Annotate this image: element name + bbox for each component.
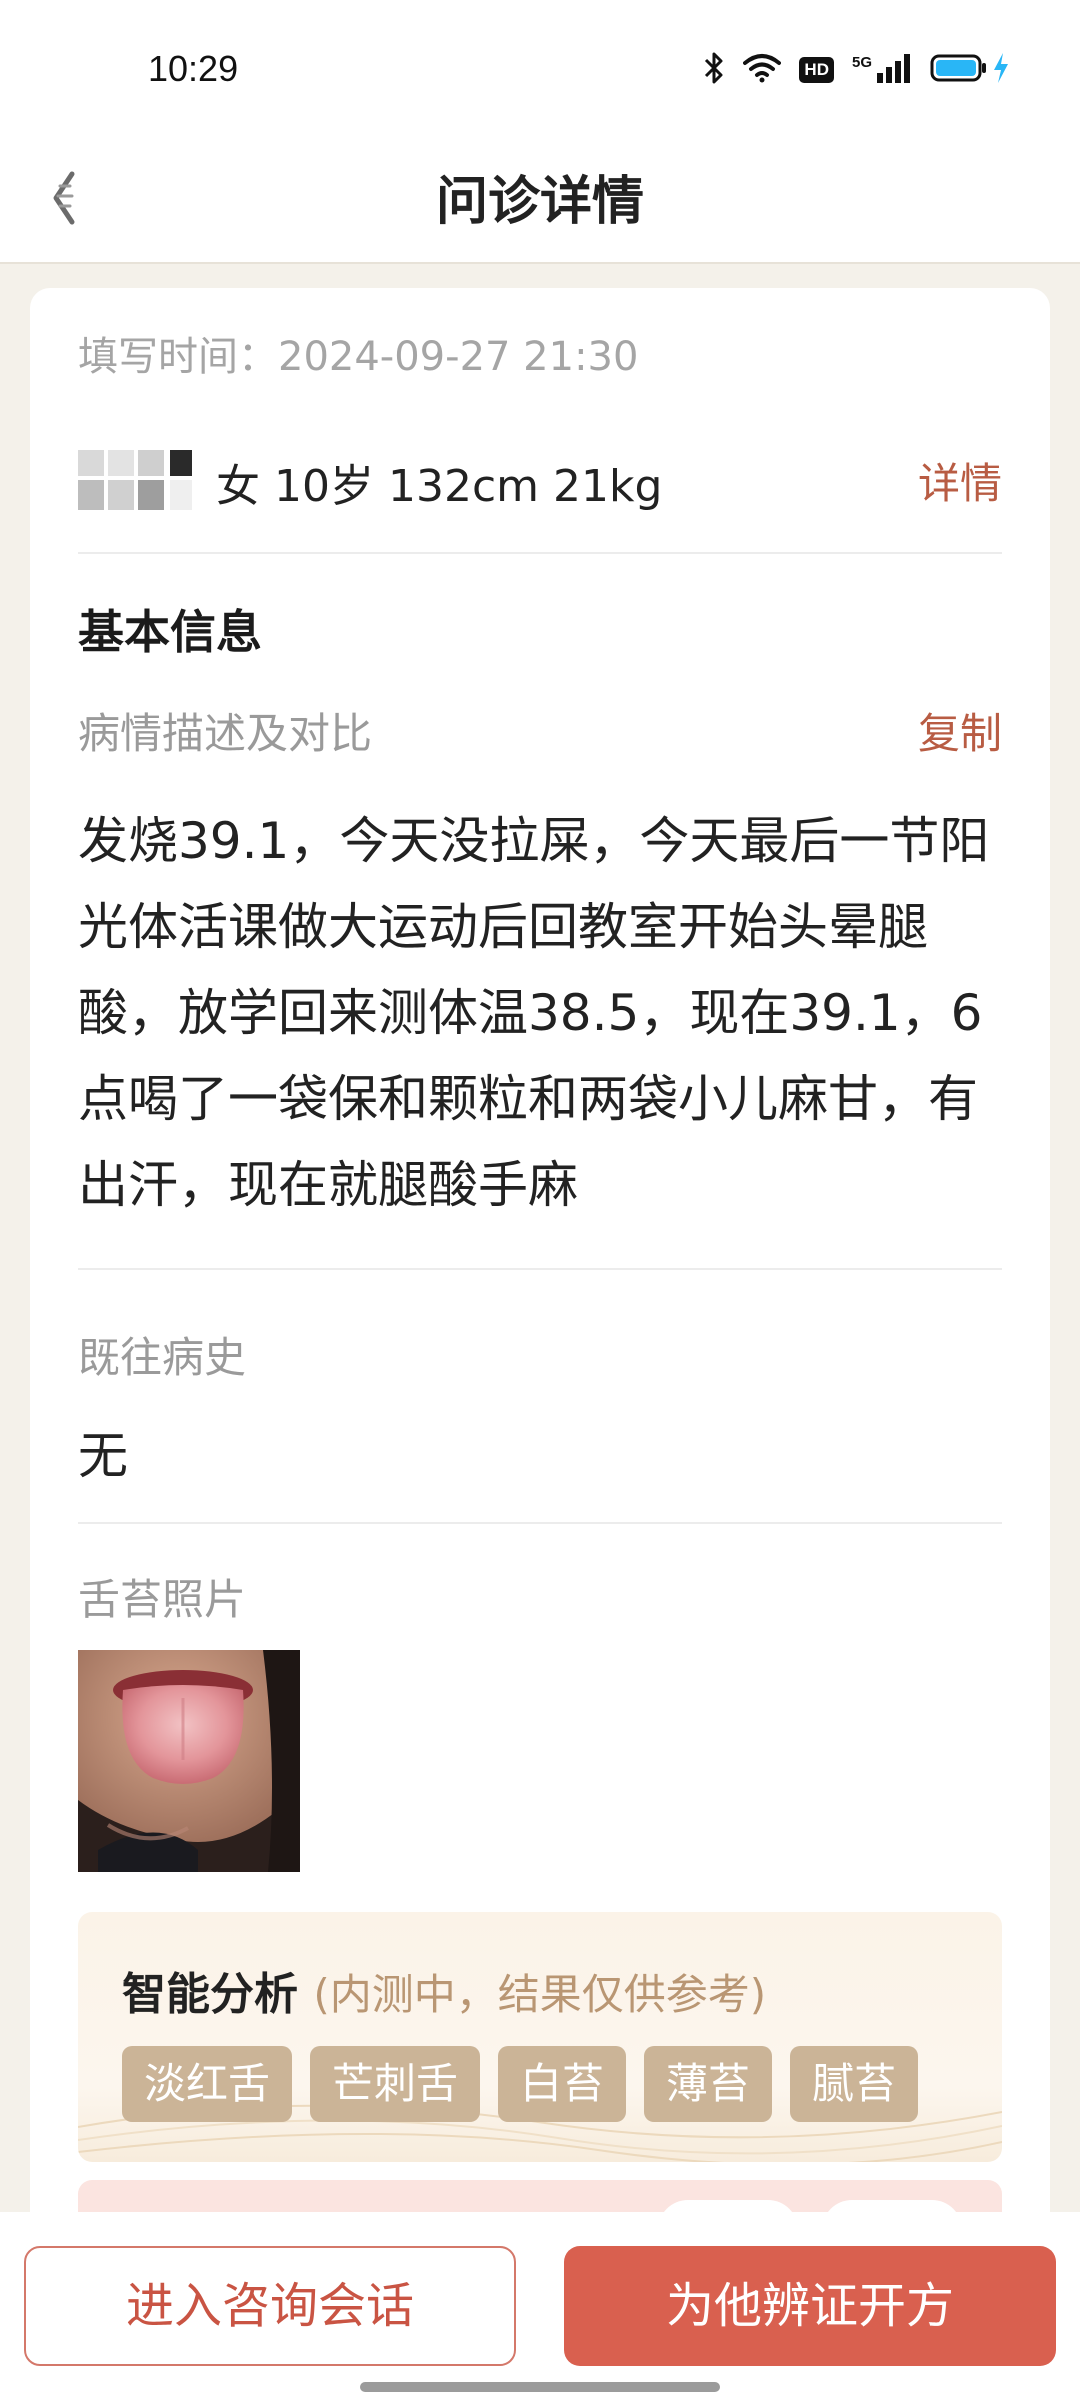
patient-detail-link[interactable]: 详情 (918, 450, 1002, 511)
analysis-tag: 芒刺舌 (310, 2046, 481, 2122)
analysis-tag: 腻苔 (790, 2046, 919, 2122)
status-bar: 10:29 HD 5G (0, 0, 1080, 140)
copy-button[interactable]: 复制 (918, 700, 1002, 761)
divider (78, 1268, 1002, 1270)
tongue-photo-label: 舌苔照片 (78, 1575, 247, 1624)
consultation-card: 填写时间：2024-09-27 21:30 女 10岁 132cm 21kg 详… (30, 288, 1050, 2238)
analysis-title: 智能分析 (内测中，结果仅供参考) (122, 1958, 766, 2022)
battery-icon (930, 53, 988, 87)
bluetooth-icon (703, 51, 725, 89)
description-header: 病情描述及对比 复制 (78, 700, 1002, 760)
charging-icon (992, 52, 1010, 88)
description-text: 发烧39.1，今天没拉屎，今天最后一节阳光体活课做大运动后回教室开始头晕腿酸，放… (78, 812, 990, 1214)
hd-icon: HD (799, 57, 834, 83)
enter-consultation-button[interactable]: 进入咨询会话 (24, 2246, 516, 2366)
patient-row: 女 10岁 132cm 21kg 详情 (78, 428, 1002, 528)
prescribe-button[interactable]: 为他辨证开方 (564, 2246, 1056, 2366)
network-type-label: 5G (851, 53, 872, 71)
status-icons: HD 5G (703, 50, 1010, 90)
patient-info: 女 10岁 132cm 21kg (216, 461, 663, 512)
divider (78, 1522, 1002, 1524)
status-time: 10:29 (148, 48, 239, 89)
fill-time-value: 2024-09-27 21:30 (278, 334, 639, 380)
analysis-tags: 淡红舌 芒刺舌 白苔 薄苔 腻苔 (122, 2046, 919, 2122)
home-indicator[interactable] (360, 2382, 720, 2392)
fill-time-label: 填写时间： (78, 334, 278, 380)
wifi-icon (743, 53, 782, 87)
section-title-basic-info: 基本信息 (78, 605, 262, 659)
analysis-tag: 白苔 (498, 2046, 627, 2122)
bottom-action-bar: 进入咨询会话 为他辨证开方 (0, 2212, 1080, 2400)
signal-icon (876, 53, 912, 87)
tongue-photo[interactable] (78, 1650, 300, 1872)
divider (78, 552, 1002, 554)
description-label: 病情描述及对比 (78, 709, 373, 758)
smart-analysis-panel: 智能分析 (内测中，结果仅供参考) 淡红舌 芒刺舌 白苔 薄苔 腻苔 (78, 1912, 1002, 2162)
fill-time-row: 填写时间：2024-09-27 21:30 (78, 324, 1002, 382)
analysis-tag: 薄苔 (644, 2046, 773, 2122)
top-navigation: 问诊详情 (0, 140, 1080, 264)
history-value: 无 (78, 1427, 128, 1485)
analysis-note: (内测中，结果仅供参考) (313, 1970, 767, 2019)
analysis-tag: 淡红舌 (122, 2046, 293, 2122)
patient-name-blurred (78, 428, 192, 524)
page-title: 问诊详情 (435, 172, 644, 232)
history-label: 既往病史 (78, 1333, 247, 1382)
analysis-title-text: 智能分析 (122, 1969, 298, 2020)
